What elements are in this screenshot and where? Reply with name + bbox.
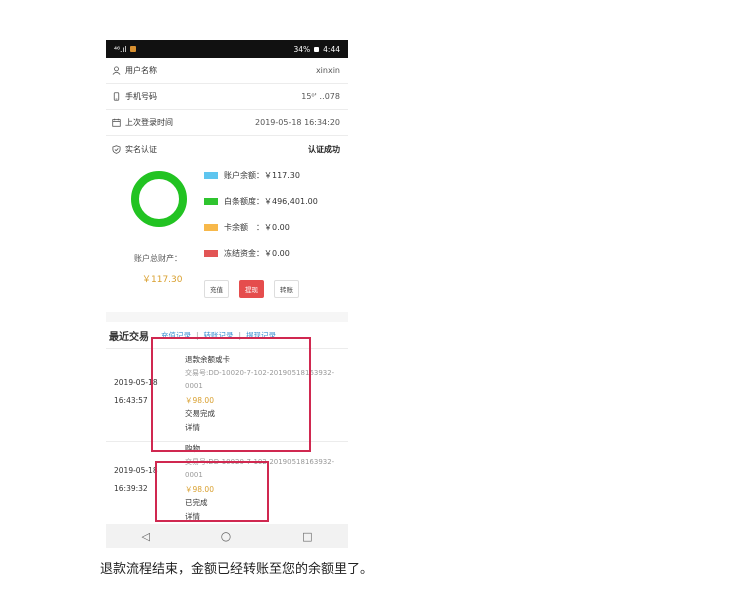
clock-time: 4:44 xyxy=(323,44,340,54)
username-row: 用户名称 xinxin xyxy=(106,58,348,84)
asset-donut-chart xyxy=(131,171,187,227)
phone-row: 手机号码 15⁰' ‥078 xyxy=(106,84,348,110)
shield-check-icon xyxy=(112,144,121,154)
username-value: xinxin xyxy=(315,66,340,75)
total-assets-value: ￥117.30 xyxy=(142,275,183,285)
recent-apps-icon[interactable]: □ xyxy=(302,530,312,543)
recent-transactions-title: 最近交易 xyxy=(109,331,149,343)
transaction-date: 2019-05-18 xyxy=(114,466,158,475)
phone-icon xyxy=(113,92,120,101)
last-login-value: 2019-05-18 16:34:20 xyxy=(255,118,340,127)
battery-percent: 34% xyxy=(293,44,311,54)
recharge-button[interactable]: 充值 xyxy=(204,280,229,298)
app-notification-icon xyxy=(129,46,136,52)
legend-label: 卡余额 ：￥0.00 xyxy=(224,222,290,232)
battery-icon xyxy=(314,46,320,52)
legend-swatch xyxy=(204,223,218,231)
highlight-refund-transaction xyxy=(151,337,311,452)
status-bar: ⁴⁶.ıl 34% 4:44 xyxy=(106,40,348,58)
calendar-icon xyxy=(112,118,121,127)
legend-swatch xyxy=(204,249,218,257)
caption-text: 退款流程结束，金额已经转账至您的余额里了。 xyxy=(100,562,374,577)
last-login-label: 上次登录时间 xyxy=(125,118,173,127)
legend-credit-limit: 白条额度：￥496,401.00 xyxy=(204,188,344,214)
back-icon[interactable]: ◁ xyxy=(141,530,149,543)
legend-swatch xyxy=(204,171,218,179)
realname-status: 认证成功 xyxy=(308,144,340,154)
legend-swatch xyxy=(204,197,218,205)
legend-label: 白条额度：￥496,401.00 xyxy=(224,196,318,206)
asset-action-buttons: 充值 提现 转账 xyxy=(204,280,299,298)
home-icon[interactable]: ○ xyxy=(221,529,231,543)
android-nav-bar: ◁ ○ □ xyxy=(106,524,348,548)
transaction-time: 16:39:32 xyxy=(114,484,148,493)
highlight-purchase-transaction xyxy=(155,461,269,522)
realname-label: 实名认证 xyxy=(125,144,157,154)
phone-label: 手机号码 xyxy=(125,92,157,101)
section-divider xyxy=(106,312,348,322)
legend-frozen-funds: 冻结资金：￥0.00 xyxy=(204,240,344,266)
transfer-button[interactable]: 转账 xyxy=(274,280,299,298)
last-login-row: 上次登录时间 2019-05-18 16:34:20 xyxy=(106,110,348,136)
phone-value: 15⁰' ‥078 xyxy=(301,92,340,101)
legend-label: 冻结资金：￥0.00 xyxy=(224,248,290,258)
legend-account-balance: 账户余额：￥117.30 xyxy=(204,162,344,188)
user-icon xyxy=(112,66,121,75)
asset-summary: 账户总财产： ￥117.30 账户余额：￥117.30 白条额度：￥496,40… xyxy=(106,162,348,312)
signal-icon: ⁴⁶.ıl xyxy=(114,44,127,54)
withdraw-button[interactable]: 提现 xyxy=(239,280,264,298)
realname-row: 实名认证 认证成功 xyxy=(106,136,348,162)
asset-legend: 账户余额：￥117.30 白条额度：￥496,401.00 卡余额 ：￥0.00… xyxy=(204,162,344,266)
legend-label: 账户余额：￥117.30 xyxy=(224,170,300,180)
total-assets-label: 账户总财产： xyxy=(134,254,182,263)
legend-card-balance: 卡余额 ：￥0.00 xyxy=(204,214,344,240)
username-label: 用户名称 xyxy=(125,66,157,75)
